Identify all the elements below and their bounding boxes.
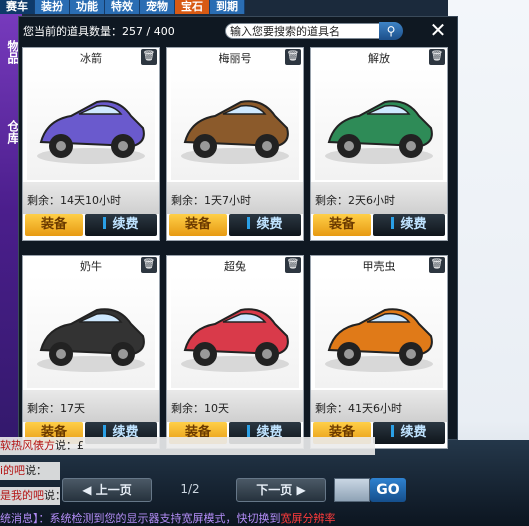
close-icon[interactable]: ✕ bbox=[427, 19, 449, 41]
trash-icon[interactable]: 🗑 bbox=[141, 257, 157, 273]
renew-marker-icon bbox=[391, 425, 395, 437]
inventory-panel: 您当前的道具数量：257 / 400 输入您要搜索的道具名 ⚲ ✕ 冰箭 🗑 剩… bbox=[18, 16, 458, 449]
trash-icon[interactable]: 🗑 bbox=[429, 257, 445, 273]
item-card[interactable]: 梅丽号 🗑 剩余：1天7小时 装备 续费 bbox=[166, 47, 304, 241]
renew-marker-icon bbox=[103, 425, 107, 437]
renew-label: 续费 bbox=[400, 217, 427, 232]
page-indicator: 1/2 bbox=[180, 482, 200, 496]
trash-icon[interactable]: 🗑 bbox=[285, 257, 301, 273]
chat-name[interactable]: 是我的吧 bbox=[0, 489, 44, 502]
system-message-text: 统消息】：系统检测到您的显示器支持宽屏模式，快切换到 bbox=[0, 512, 281, 525]
category-tabs: 赛车 装扮 功能 特效 宠物 宝石 到期 bbox=[0, 0, 360, 14]
page-jump-input[interactable] bbox=[334, 478, 370, 502]
car-image bbox=[315, 276, 443, 388]
search-input[interactable]: 输入您要搜索的道具名 bbox=[225, 23, 381, 39]
system-message: 统消息】：系统检测到您的显示器支持宽屏模式，快切换到宽屏分辨率 bbox=[0, 512, 529, 526]
chat-line: i的吧说： bbox=[0, 462, 60, 480]
item-name: 甲壳虫 bbox=[362, 260, 396, 273]
car-image bbox=[171, 276, 299, 388]
renew-button[interactable]: 续费 bbox=[373, 214, 445, 236]
renew-label: 续费 bbox=[112, 217, 139, 232]
renew-marker-icon bbox=[247, 425, 251, 437]
car-icon bbox=[37, 100, 145, 164]
renew-button[interactable]: 续费 bbox=[85, 214, 157, 236]
renew-marker-icon bbox=[103, 217, 107, 229]
trash-icon[interactable]: 🗑 bbox=[429, 49, 445, 65]
chat-line: 是我的吧说： bbox=[0, 487, 66, 505]
chat-name[interactable]: i的吧 bbox=[0, 464, 25, 477]
chat-text: 说： bbox=[25, 464, 48, 477]
next-page-label: 下一页 bbox=[256, 483, 293, 497]
tab-expired[interactable]: 到期 bbox=[210, 0, 245, 14]
equip-button[interactable]: 装备 bbox=[169, 214, 227, 236]
item-card[interactable]: 冰箭 🗑 剩余：14天10小时 装备 续费 bbox=[22, 47, 160, 241]
item-name: 解放 bbox=[368, 52, 390, 65]
tab-gems[interactable]: 宝石 bbox=[175, 0, 210, 14]
tab-pets[interactable]: 宠物 bbox=[140, 0, 175, 14]
chat-text: 说：£ bbox=[55, 439, 84, 452]
tab-functions[interactable]: 功能 bbox=[70, 0, 105, 14]
tab-outfits[interactable]: 装扮 bbox=[35, 0, 70, 14]
remaining-time: 剩余：17天 bbox=[27, 402, 85, 415]
go-button[interactable]: GO bbox=[370, 478, 406, 502]
item-card[interactable]: 解放 🗑 剩余：2天6小时 装备 续费 bbox=[310, 47, 448, 241]
car-icon bbox=[181, 308, 289, 372]
item-name: 梅丽号 bbox=[218, 52, 252, 65]
remaining-time: 剩余：41天6小时 bbox=[315, 402, 402, 415]
item-count-value: 257 / 400 bbox=[122, 25, 175, 38]
item-card[interactable]: 超兔 🗑 剩余：10天 装备 续费 bbox=[166, 255, 304, 449]
equip-button[interactable]: 装备 bbox=[313, 214, 371, 236]
item-card[interactable]: 甲壳虫 🗑 剩余：41天6小时 装备 续费 bbox=[310, 255, 448, 449]
prev-page-label: 上一页 bbox=[95, 483, 132, 497]
item-count: 您当前的道具数量：257 / 400 bbox=[23, 23, 175, 39]
tab-cars[interactable]: 赛车 bbox=[0, 0, 35, 14]
car-icon bbox=[37, 308, 145, 372]
renew-label: 续费 bbox=[400, 425, 427, 440]
item-name: 冰箭 bbox=[80, 52, 102, 65]
item-card[interactable]: 奶牛 🗑 剩余：17天 装备 续费 bbox=[22, 255, 160, 449]
car-image bbox=[27, 68, 155, 180]
chat-line: 软热风俵方说：£ bbox=[0, 437, 375, 455]
trash-icon[interactable]: 🗑 bbox=[141, 49, 157, 65]
item-count-label: 您当前的道具数量： bbox=[23, 25, 122, 38]
renew-marker-icon bbox=[247, 217, 251, 229]
search-icon[interactable]: ⚲ bbox=[379, 22, 403, 40]
item-name: 超兔 bbox=[224, 260, 246, 273]
car-image bbox=[315, 68, 443, 180]
next-page-button[interactable]: 下一页 ▶ bbox=[236, 478, 326, 502]
car-icon bbox=[325, 308, 433, 372]
trash-icon[interactable]: 🗑 bbox=[285, 49, 301, 65]
renew-label: 续费 bbox=[256, 217, 283, 232]
car-icon bbox=[181, 100, 289, 164]
car-image bbox=[171, 68, 299, 180]
remaining-time: 剩余：10天 bbox=[171, 402, 229, 415]
side-tab-warehouse[interactable]: 仓库 bbox=[0, 120, 20, 144]
car-image bbox=[27, 276, 155, 388]
remaining-time: 剩余：2天6小时 bbox=[315, 194, 395, 207]
system-message-highlight[interactable]: 宽屏分辨率 bbox=[281, 512, 336, 525]
remaining-time: 剩余：14天10小时 bbox=[27, 194, 121, 207]
chat-name[interactable]: 软热风俵方 bbox=[0, 439, 55, 452]
side-tab-items[interactable]: 物品 bbox=[0, 40, 20, 64]
equip-button[interactable]: 装备 bbox=[25, 214, 83, 236]
item-name: 奶牛 bbox=[80, 260, 102, 273]
tab-effects[interactable]: 特效 bbox=[105, 0, 140, 14]
renew-marker-icon bbox=[391, 217, 395, 229]
prev-page-button[interactable]: ◀ 上一页 bbox=[62, 478, 152, 502]
car-icon bbox=[325, 100, 433, 164]
remaining-time: 剩余：1天7小时 bbox=[171, 194, 251, 207]
renew-button[interactable]: 续费 bbox=[229, 214, 301, 236]
renew-button[interactable]: 续费 bbox=[373, 422, 445, 444]
